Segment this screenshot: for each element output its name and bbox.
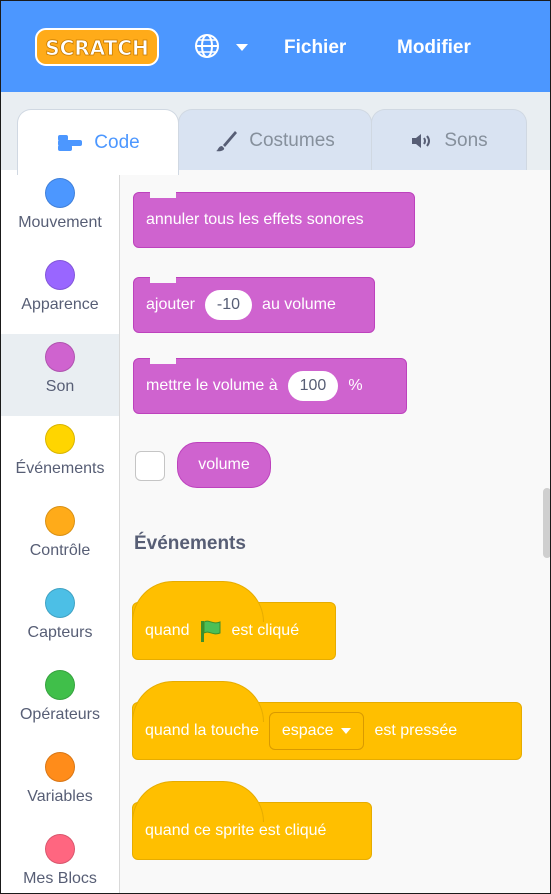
category-dot <box>45 588 75 618</box>
block-change-volume[interactable]: ajouter -10 au volume <box>133 277 375 333</box>
block-notch <box>150 192 176 198</box>
category-dot <box>45 670 75 700</box>
category-son[interactable]: Son <box>1 334 119 416</box>
menu-fichier[interactable]: Fichier <box>284 37 346 59</box>
menu-bar: SCRATCH Fichier Modifier <box>1 1 550 92</box>
block-notch <box>150 358 176 364</box>
section-title-evenements: Événements <box>134 533 246 554</box>
block-label: est pressée <box>374 722 458 739</box>
category-label: Variables <box>27 788 93 805</box>
dropdown-value: espace <box>281 722 334 739</box>
block-notch <box>150 277 176 283</box>
hat-cap <box>132 781 264 822</box>
tab-costumes[interactable]: Costumes <box>178 109 372 171</box>
scratch-editor: SCRATCH Fichier Modifier Code Costumes S… <box>0 0 551 894</box>
scratch-logo[interactable]: SCRATCH <box>35 27 159 67</box>
block-label: ajouter <box>146 296 195 313</box>
category-label: Capteurs <box>27 624 93 641</box>
tab-label: Costumes <box>249 129 335 151</box>
category-controle[interactable]: Contrôle <box>1 498 119 580</box>
category-dot <box>45 342 75 372</box>
category-capteurs[interactable]: Capteurs <box>1 580 119 662</box>
block-set-volume[interactable]: mettre le volume à 100 % <box>133 358 407 414</box>
block-when-sprite-clicked[interactable]: quand ce sprite est cliqué <box>132 781 372 860</box>
block-label: est cliqué <box>231 622 300 639</box>
block-label: quand ce sprite est cliqué <box>145 822 327 839</box>
category-dot <box>45 178 75 208</box>
block-label: quand la touche <box>145 722 259 739</box>
category-label: Mouvement <box>18 214 102 231</box>
category-label: Opérateurs <box>19 706 101 723</box>
category-operateurs[interactable]: Opérateurs <box>1 662 119 744</box>
block-label: annuler tous les effets sonores <box>146 211 364 228</box>
tab-sons[interactable]: Sons <box>371 109 527 171</box>
menu-modifier[interactable]: Modifier <box>397 37 471 59</box>
category-mouvement[interactable]: Mouvement <box>1 170 119 252</box>
reporter-label: volume <box>198 456 250 473</box>
hat-cap <box>132 581 264 622</box>
brush-icon <box>215 129 239 153</box>
category-evenements[interactable]: Événements <box>1 416 119 498</box>
editor-tabs: Code Costumes Sons <box>1 92 550 175</box>
category-dot <box>45 506 75 536</box>
category-mes-blocs[interactable]: Mes Blocs <box>1 826 119 893</box>
key-dropdown[interactable]: espace <box>268 712 365 750</box>
tab-code[interactable]: Code <box>17 109 179 175</box>
volume-reporter[interactable]: volume <box>177 442 271 488</box>
category-label: Mes Blocs <box>23 870 97 887</box>
category-variables[interactable]: Variables <box>1 744 119 826</box>
category-dot <box>45 834 75 864</box>
block-label: % <box>348 377 363 394</box>
speaker-icon <box>410 131 434 151</box>
category-dot <box>45 752 75 782</box>
chevron-down-icon[interactable] <box>236 44 248 51</box>
volume-change-input[interactable]: -10 <box>204 290 253 320</box>
code-icon <box>56 133 84 153</box>
block-clear-sound-effects[interactable]: annuler tous les effets sonores <box>133 192 415 248</box>
globe-icon[interactable] <box>194 33 220 59</box>
category-label: Contrôle <box>29 542 91 559</box>
category-apparence[interactable]: Apparence <box>1 252 119 334</box>
category-menu: Mouvement Apparence Son Événements Contr… <box>1 170 120 893</box>
category-label: Événements <box>15 460 105 477</box>
block-when-key-pressed[interactable]: quand la touche espace est pressée <box>132 681 522 760</box>
hat-cap <box>132 681 264 722</box>
block-label: quand <box>145 622 190 639</box>
block-when-flag-clicked[interactable]: quand est cliqué <box>132 581 336 660</box>
palette-scrollbar[interactable] <box>543 488 550 558</box>
block-label: mettre le volume à <box>146 377 278 394</box>
chevron-down-icon <box>341 728 352 734</box>
tab-label: Sons <box>444 129 488 151</box>
green-flag-icon <box>200 620 220 642</box>
tab-label: Code <box>94 131 140 153</box>
block-label: au volume <box>262 296 336 313</box>
logo-text: SCRATCH <box>45 36 148 60</box>
volume-monitor-checkbox[interactable] <box>135 451 165 481</box>
category-label: Apparence <box>21 296 99 313</box>
category-dot <box>45 260 75 290</box>
category-label: Son <box>45 378 75 395</box>
volume-set-input[interactable]: 100 <box>287 371 339 401</box>
category-dot <box>45 424 75 454</box>
